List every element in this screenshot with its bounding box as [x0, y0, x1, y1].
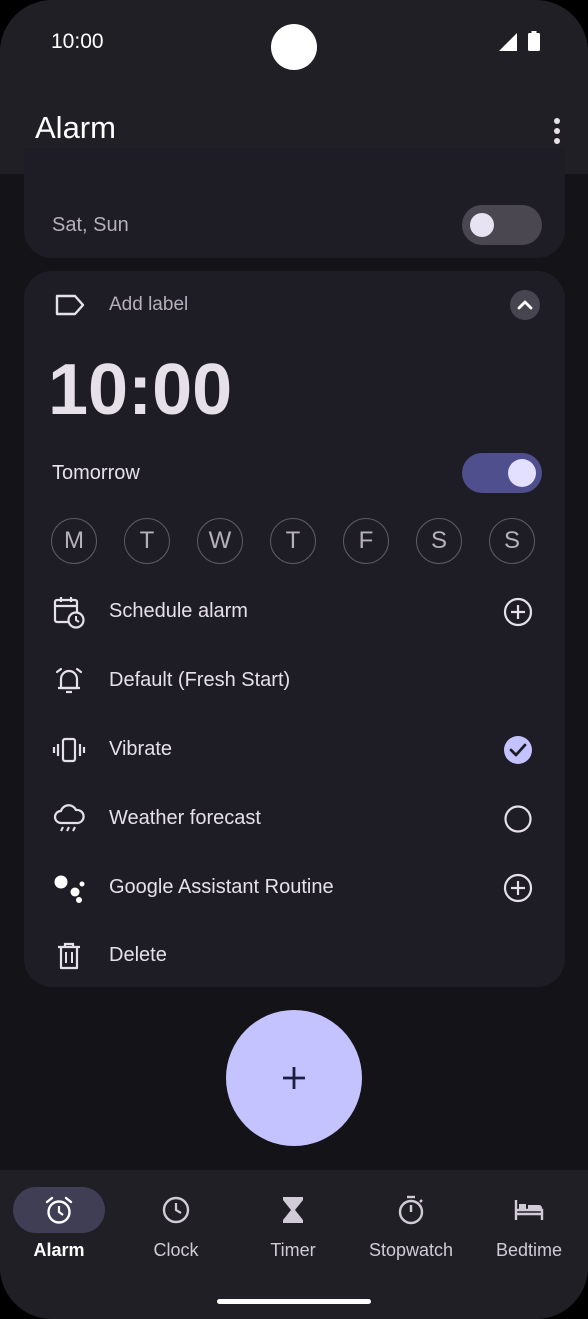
alarm-card-previous[interactable]: Sat, Sun: [24, 148, 565, 258]
switch-knob: [470, 213, 494, 237]
day-thursday[interactable]: T: [270, 518, 316, 564]
trash-icon: [58, 942, 80, 970]
day-sunday[interactable]: S: [489, 518, 535, 564]
nav-label-timer: Timer: [270, 1240, 316, 1260]
vibrate-label: Vibrate: [109, 738, 173, 760]
bed-icon: [514, 1200, 544, 1220]
add-alarm-button[interactable]: [226, 1010, 362, 1146]
google-assistant-icon: [54, 875, 85, 903]
nav-label-clock: Clock: [153, 1240, 199, 1260]
status-time: 10:00: [51, 30, 104, 53]
nav-label-stopwatch: Stopwatch: [368, 1240, 454, 1260]
weather-cloud-icon: [53, 804, 85, 832]
add-circle-icon[interactable]: [501, 595, 535, 629]
schedule-alarm-row[interactable]: Schedule alarm: [24, 591, 565, 635]
switch-knob: [508, 459, 536, 487]
nav-item-bedtime[interactable]: Bedtime: [474, 1184, 584, 1264]
calendar-clock-icon: [53, 597, 85, 629]
home-gesture-bar[interactable]: [217, 1299, 371, 1304]
assistant-routine-row[interactable]: Google Assistant Routine: [24, 867, 565, 911]
nav-label-alarm: Alarm: [33, 1240, 85, 1260]
delete-row[interactable]: Delete: [24, 935, 565, 979]
nav-item-alarm[interactable]: Alarm: [4, 1184, 114, 1264]
more-options-icon[interactable]: [546, 116, 568, 146]
collapse-chevron-icon[interactable]: [510, 290, 540, 320]
stopwatch-icon: [398, 1195, 424, 1225]
delete-label: Delete: [109, 944, 167, 966]
schedule-alarm-label: Schedule alarm: [109, 600, 248, 622]
nav-item-clock[interactable]: Clock: [121, 1184, 231, 1264]
add-label-button[interactable]: Add label: [109, 294, 188, 316]
alarm-time[interactable]: 10:00: [48, 349, 232, 431]
weather-forecast-label: Weather forecast: [109, 807, 261, 829]
label-icon: [55, 294, 85, 316]
checked-icon[interactable]: [501, 733, 535, 767]
add-circle-icon[interactable]: [501, 871, 535, 905]
camera-cutout: [271, 24, 317, 70]
assistant-routine-label: Google Assistant Routine: [109, 876, 334, 898]
phone-screen: 10:00 Alarm Sat, Sun Add label 10:00 Tom…: [0, 0, 588, 1319]
page-title: Alarm: [35, 110, 116, 145]
alarm-toggle-previous[interactable]: [462, 205, 542, 245]
alarm-icon: [45, 1196, 73, 1224]
alarm-toggle[interactable]: [462, 453, 542, 493]
day-saturday[interactable]: S: [416, 518, 462, 564]
signal-icon: [499, 33, 517, 51]
alarm-days-text: Sat, Sun: [52, 214, 129, 236]
hourglass-icon: [283, 1197, 303, 1223]
bottom-navigation: Alarm Clock Timer Stopwatch Bedtime: [0, 1170, 588, 1319]
clock-icon: [162, 1196, 190, 1224]
alarm-sound-row[interactable]: Default (Fresh Start): [24, 660, 565, 704]
day-monday[interactable]: M: [51, 518, 97, 564]
day-tuesday[interactable]: T: [124, 518, 170, 564]
vibrate-row[interactable]: Vibrate: [24, 729, 565, 773]
plus-icon: [283, 1067, 305, 1089]
alarm-sound-label: Default (Fresh Start): [109, 669, 291, 691]
battery-icon: [528, 31, 540, 51]
nav-label-bedtime: Bedtime: [495, 1240, 563, 1260]
unchecked-circle-icon[interactable]: [501, 802, 535, 836]
nav-item-stopwatch[interactable]: Stopwatch: [356, 1184, 466, 1264]
nav-item-timer[interactable]: Timer: [238, 1184, 348, 1264]
day-wednesday[interactable]: W: [197, 518, 243, 564]
alarm-card-expanded: Add label 10:00 Tomorrow M T W T F S S S…: [24, 271, 565, 987]
alarm-bell-icon: [55, 667, 83, 694]
weather-forecast-row[interactable]: Weather forecast: [24, 798, 565, 842]
vibrate-icon: [52, 737, 86, 763]
day-friday[interactable]: F: [343, 518, 389, 564]
alarm-when-text: Tomorrow: [52, 462, 140, 484]
status-bar: 10:00: [0, 0, 588, 88]
